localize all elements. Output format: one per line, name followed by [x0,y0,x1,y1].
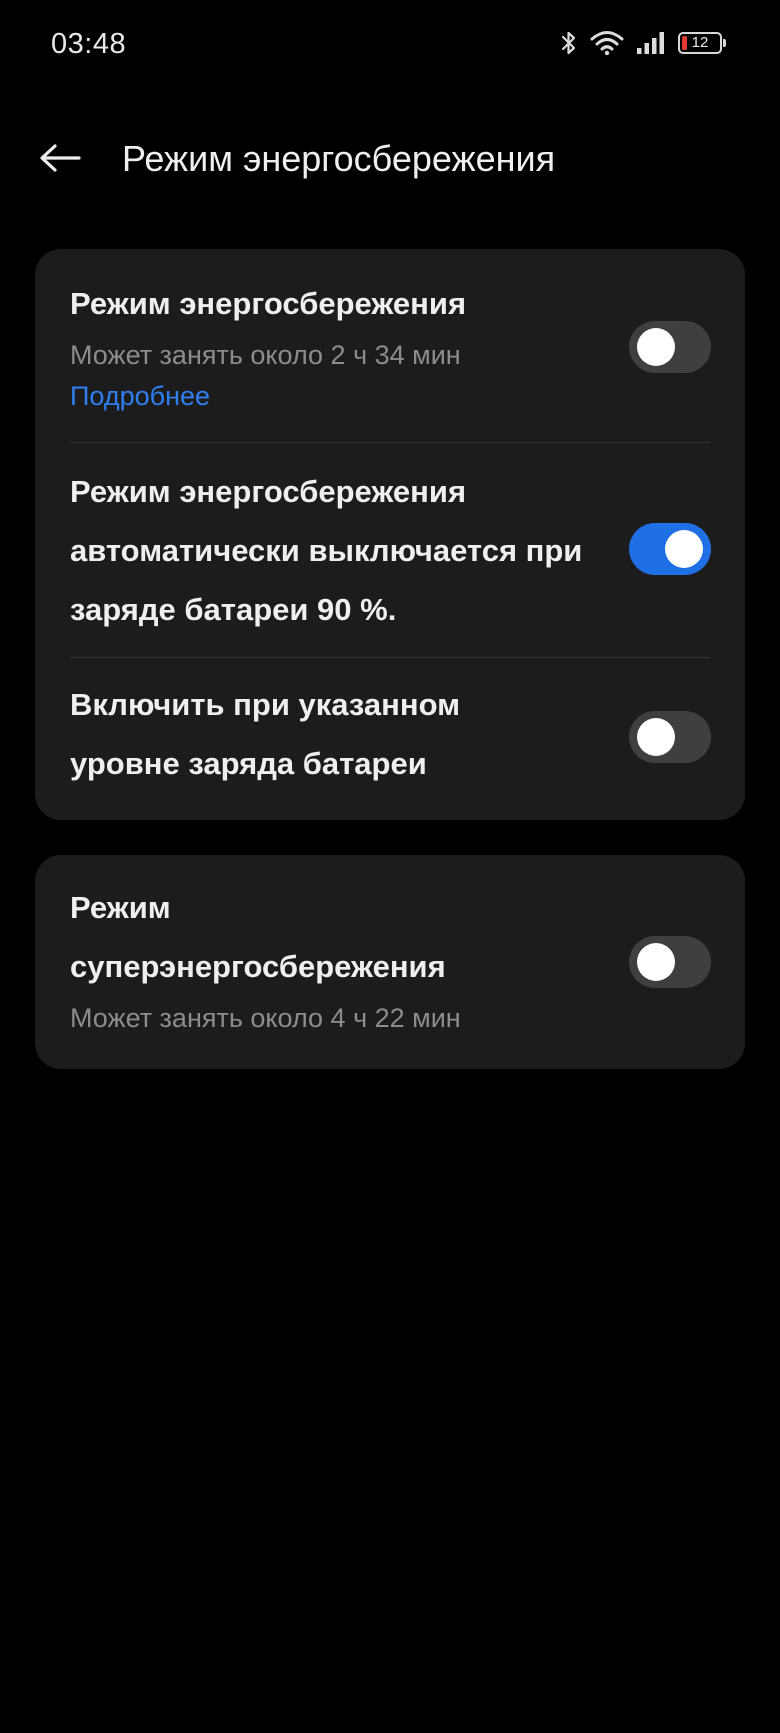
status-bar: 03:48 12 [0,0,780,92]
super-power-saving-card: Режим суперэнергосбережения Может занять… [35,855,745,1069]
auto-off-title: Режим энергосбережения автоматически вык… [70,474,583,627]
power-saving-title: Режим энергосбережения [70,286,467,321]
auto-off-toggle[interactable] [629,523,711,575]
super-power-saving-row[interactable]: Режим суперэнергосбережения Может занять… [35,855,745,1069]
power-saving-row[interactable]: Режим энергосбережения Может занять окол… [35,249,745,442]
page-title: Режим энергосбережения [122,138,556,179]
super-power-saving-toggle[interactable] [629,936,711,988]
battery-level: 12 [691,34,709,51]
auto-off-row[interactable]: Режим энергосбережения автоматически вык… [35,443,745,657]
super-power-saving-estimate: Может занять около 4 ч 22 мин [70,1003,461,1033]
toggle-knob [637,718,675,756]
power-saving-estimate: Может занять около 2 ч 34 мин [70,340,461,370]
turn-on-at-level-toggle[interactable] [629,711,711,763]
app-header: Режим энергосбережения [0,120,780,198]
bluetooth-icon [560,30,578,56]
turn-on-at-level-row[interactable]: Включить при указанном уровне заряда бат… [35,658,745,820]
status-icons: 12 [560,30,726,56]
status-time: 03:48 [51,28,127,60]
back-button[interactable] [36,136,84,180]
power-saving-toggle[interactable] [629,321,711,373]
signal-icon [636,31,666,55]
power-saving-card: Режим энергосбережения Может занять окол… [35,249,745,820]
toggle-knob [637,943,675,981]
toggle-knob [665,530,703,568]
wifi-icon [590,30,624,56]
super-power-saving-title: Режим суперэнергосбережения [70,890,446,984]
arrow-left-icon [40,144,81,172]
turn-on-at-level-title: Включить при указанном уровне заряда бат… [70,687,461,781]
learn-more-link[interactable]: Подробнее [70,381,210,412]
battery-icon: 12 [678,32,726,54]
toggle-knob [637,328,675,366]
